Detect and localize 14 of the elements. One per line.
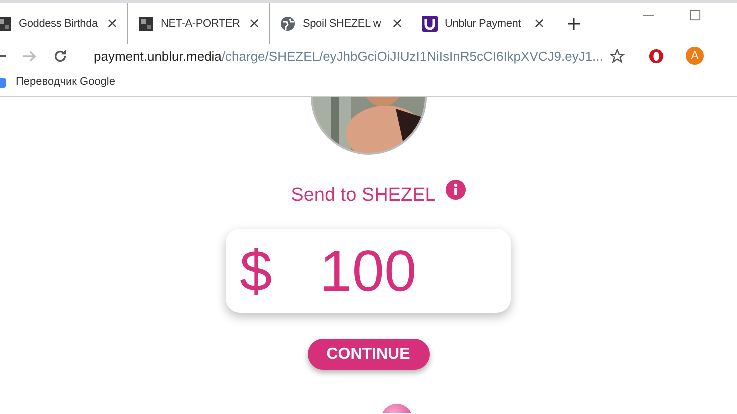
browser-tab[interactable]: Unblur Payment (422, 3, 554, 44)
tab-title: Unblur Payment (445, 18, 522, 30)
browser-tab[interactable]: Goddess Birthda (0, 3, 128, 44)
recipient-label: Send to SHEZEL (291, 185, 436, 207)
tab-title: Goddess Birthda (19, 18, 100, 30)
currency-symbol: $ (240, 238, 274, 304)
tab-title: Spoil SHEZEL w (303, 18, 382, 30)
browser-tab[interactable]: NET-A-PORTER (138, 3, 270, 44)
amount-value: 100 (320, 238, 417, 304)
bookmark-item[interactable]: Переводчик Google (0, 76, 116, 88)
amount-field[interactable]: $ 100 (226, 229, 511, 313)
browser-tab[interactable]: Spoil SHEZEL w (280, 3, 412, 44)
continue-button[interactable]: CONTINUE (308, 339, 430, 370)
tab-title: NET-A-PORTER (161, 18, 242, 30)
